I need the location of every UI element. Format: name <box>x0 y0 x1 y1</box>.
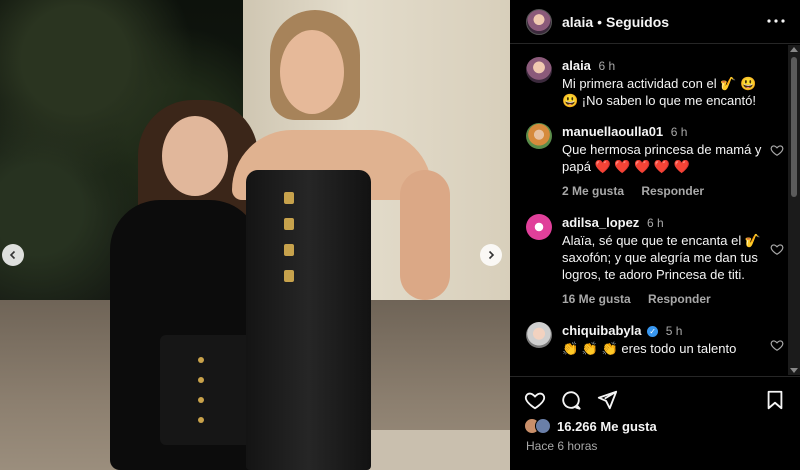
scroll-thumb[interactable] <box>791 57 797 197</box>
comment-likes-button[interactable]: 16 Me gusta <box>562 292 631 306</box>
comment-text: Mi primera actividad con el 🎷 😃 😃 ¡No sa… <box>562 76 757 108</box>
heart-icon[interactable] <box>770 242 784 256</box>
caption: alaia 6 h Mi primera actividad con el 🎷 … <box>526 57 788 109</box>
heart-icon[interactable] <box>524 389 546 411</box>
liker-avatar <box>535 418 551 434</box>
comment-likes-button[interactable]: 2 Me gusta <box>562 184 624 198</box>
chevron-right-icon <box>488 250 495 260</box>
comment-username[interactable]: alaia <box>562 58 591 73</box>
verified-badge-icon: ✓ <box>647 326 659 338</box>
follow-status-button[interactable]: Seguidos <box>606 14 669 30</box>
more-icon <box>767 19 785 23</box>
comment-username[interactable]: adilsa_lopez <box>562 215 639 230</box>
heart-icon[interactable] <box>770 143 784 157</box>
comment-icon[interactable] <box>560 389 582 411</box>
post-photo[interactable] <box>0 0 510 470</box>
carousel-prev-button[interactable] <box>2 244 24 266</box>
separator-dot: • <box>597 13 603 30</box>
avatar[interactable] <box>526 214 552 240</box>
comments-scrollbar[interactable] <box>788 45 800 375</box>
comment-time: 5 h <box>665 324 683 338</box>
woman-arm <box>400 170 450 300</box>
girl-face <box>162 116 228 196</box>
avatar[interactable] <box>526 123 552 149</box>
comment-text: 👏 👏 👏 eres todo un talento <box>562 341 737 356</box>
author-username[interactable]: alaia <box>562 14 593 30</box>
avatar[interactable] <box>526 57 552 83</box>
comment-username[interactable]: chiquibabyla <box>562 323 641 338</box>
chevron-left-icon <box>9 250 16 260</box>
author-avatar[interactable] <box>526 8 552 35</box>
comments-list: alaia 6 h Mi primera actividad con el 🎷 … <box>510 45 788 375</box>
reply-button[interactable]: Responder <box>648 292 711 306</box>
woman-face <box>280 30 344 114</box>
avatar[interactable] <box>526 322 552 348</box>
share-icon[interactable] <box>596 389 618 411</box>
heart-icon[interactable] <box>770 338 784 352</box>
comment-time: 6 h <box>646 216 664 230</box>
girl-skirt <box>160 335 255 445</box>
reply-button[interactable]: Responder <box>641 184 704 198</box>
comment-item: chiquibabyla ✓ 5 h 👏 👏 👏 eres todo un ta… <box>526 322 788 357</box>
likes-summary[interactable]: 16.266 Me gusta <box>524 418 657 434</box>
post-side-panel: alaia • Seguidos alaia 6 h Mi primera ac… <box>510 0 800 470</box>
comment-time: 6 h <box>598 59 616 73</box>
more-options-button[interactable] <box>766 11 786 31</box>
scroll-down-arrow-icon[interactable] <box>790 368 798 373</box>
post-header: alaia • Seguidos <box>510 0 800 44</box>
woman-dress <box>246 170 371 470</box>
bookmark-icon[interactable] <box>764 389 786 411</box>
post-actions: 16.266 Me gusta Hace 6 horas <box>510 376 800 470</box>
comment-text: Que hermosa princesa de mamá y papá ❤️ ❤… <box>562 142 762 174</box>
post-timestamp: Hace 6 horas <box>526 439 598 453</box>
carousel-next-button[interactable] <box>480 244 502 266</box>
comment-item: manuellaoulla01 6 h Que hermosa princesa… <box>526 123 788 200</box>
comment-item: adilsa_lopez 6 h Alaïa, sé que que te en… <box>526 214 788 308</box>
scroll-up-arrow-icon[interactable] <box>790 47 798 52</box>
comment-time: 6 h <box>670 125 688 139</box>
comment-text: Alaïa, sé que que te encanta el 🎷 saxofó… <box>562 233 762 282</box>
comment-username[interactable]: manuellaoulla01 <box>562 124 663 139</box>
likes-count[interactable]: 16.266 Me gusta <box>557 419 657 434</box>
